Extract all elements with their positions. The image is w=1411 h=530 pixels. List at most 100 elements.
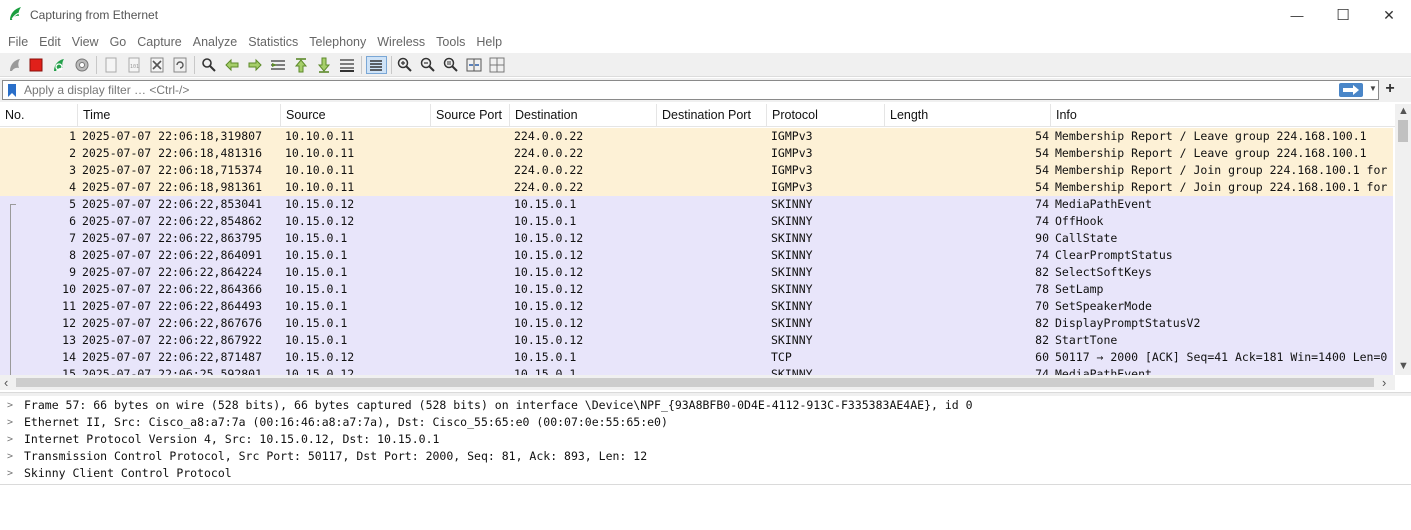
packet-row[interactable]: 5 2025-07-07 22:06:22,853041 10.15.0.12 10.…	[0, 196, 1393, 213]
colorize-icon[interactable]	[366, 56, 387, 74]
apply-filter-button[interactable]	[1339, 83, 1363, 97]
restart-capture-icon[interactable]	[50, 56, 68, 74]
column-header-destination[interactable]: Destination	[510, 104, 657, 127]
detail-row-ethernet[interactable]: > Ethernet II, Src: Cisco_a8:a7:7a (00:1…	[0, 414, 1411, 431]
filter-dropdown-button[interactable]: ▼	[1369, 84, 1379, 96]
menu-statistics[interactable]: Statistics	[243, 35, 303, 49]
display-filter-input[interactable]	[24, 82, 1324, 98]
menu-file[interactable]: File	[3, 35, 33, 49]
packet-row[interactable]: 15 2025-07-07 22:06:25,592801 10.15.0.12 10…	[0, 366, 1393, 375]
packet-row[interactable]: 2 2025-07-07 22:06:18,481316 10.10.0.11 224…	[0, 145, 1393, 162]
column-header-length[interactable]: Length	[885, 104, 1051, 127]
column-header-destination-port[interactable]: Destination Port	[657, 104, 767, 127]
close-button[interactable]: ✕	[1366, 0, 1411, 30]
cell-source-port	[435, 349, 509, 366]
capture-options-icon[interactable]	[73, 56, 91, 74]
menu-capture[interactable]: Capture	[132, 35, 186, 49]
cell-source-port	[435, 145, 509, 162]
start-capture-icon[interactable]	[6, 56, 24, 74]
detail-row-skinny[interactable]: > Skinny Client Control Protocol	[0, 465, 1411, 482]
chevron-right-icon[interactable]: >	[7, 397, 13, 414]
menu-help[interactable]: Help	[471, 35, 507, 49]
packet-row[interactable]: 14 2025-07-07 22:06:22,871487 10.15.0.12 10…	[0, 349, 1393, 366]
save-file-icon[interactable]: 101	[125, 56, 143, 74]
packet-row[interactable]: 10 2025-07-07 22:06:22,864366 10.15.0.1 10.…	[0, 281, 1393, 298]
menu-tools[interactable]: Tools	[431, 35, 470, 49]
menu-go[interactable]: Go	[105, 35, 132, 49]
menu-wireless[interactable]: Wireless	[372, 35, 430, 49]
menu-edit[interactable]: Edit	[34, 35, 66, 49]
reload-file-icon[interactable]	[171, 56, 189, 74]
scroll-up-icon[interactable]: ▲	[1398, 105, 1409, 117]
detail-row-tcp[interactable]: > Transmission Control Protocol, Src Por…	[0, 448, 1411, 465]
cell-destination-port	[661, 366, 766, 375]
detail-text: Skinny Client Control Protocol	[24, 466, 232, 480]
cell-source: 10.15.0.1	[285, 299, 348, 313]
minimize-button[interactable]: —	[1274, 0, 1320, 30]
find-packet-icon[interactable]	[200, 56, 218, 74]
menu-analyze[interactable]: Analyze	[188, 35, 242, 49]
chevron-right-icon[interactable]: >	[7, 414, 13, 431]
autoscroll-icon[interactable]	[338, 56, 356, 74]
cell-source-port	[435, 332, 509, 349]
scroll-down-icon[interactable]: ▼	[1398, 360, 1409, 372]
zoom-normal-icon[interactable]	[442, 56, 460, 74]
cell-info: ClearPromptStatus	[1055, 248, 1173, 262]
layout-icon[interactable]	[488, 56, 506, 74]
stop-capture-icon[interactable]	[27, 56, 45, 74]
packet-row[interactable]: 12 2025-07-07 22:06:22,867676 10.15.0.1 10.…	[0, 315, 1393, 332]
chevron-right-icon[interactable]: >	[7, 448, 13, 465]
detail-row-ipv4[interactable]: > Internet Protocol Version 4, Src: 10.1…	[0, 431, 1411, 448]
resize-columns-icon[interactable]	[465, 56, 483, 74]
minimize-icon: —	[1290, 7, 1304, 23]
bookmark-icon[interactable]	[7, 84, 17, 97]
detail-row-frame[interactable]: > Frame 57: 66 bytes on wire (528 bits),…	[0, 397, 1411, 414]
menu-telephony[interactable]: Telephony	[304, 35, 371, 49]
conversation-bracket-line	[10, 204, 11, 375]
packet-row[interactable]: 1 2025-07-07 22:06:18,319807 10.10.0.11 224…	[0, 128, 1393, 145]
packet-details: > Frame 57: 66 bytes on wire (528 bits),…	[0, 397, 1411, 484]
hscrollbar-thumb[interactable]	[16, 378, 1374, 387]
open-file-icon[interactable]	[102, 56, 120, 74]
packet-list-vertical-scrollbar[interactable]: ▲ ▼	[1395, 104, 1411, 375]
zoom-in-icon[interactable]	[396, 56, 414, 74]
cell-protocol: SKINNY	[771, 248, 813, 262]
go-last-packet-icon[interactable]	[315, 56, 333, 74]
packet-list-horizontal-scrollbar[interactable]: ‹ ›	[0, 375, 1395, 390]
packet-row[interactable]: 4 2025-07-07 22:06:18,981361 10.10.0.11 224…	[0, 179, 1393, 196]
packet-row[interactable]: 8 2025-07-07 22:06:22,864091 10.15.0.1 10.1…	[0, 247, 1393, 264]
chevron-right-icon[interactable]: >	[7, 431, 13, 448]
go-forward-icon[interactable]	[246, 56, 264, 74]
cell-info: MediaPathEvent	[1055, 367, 1152, 375]
cell-info: CallState	[1055, 231, 1118, 245]
scroll-right-icon[interactable]: ›	[1382, 375, 1386, 390]
column-header-protocol[interactable]: Protocol	[767, 104, 885, 127]
packet-row[interactable]: 13 2025-07-07 22:06:22,867922 10.15.0.1 10.…	[0, 332, 1393, 349]
go-first-packet-icon[interactable]	[292, 56, 310, 74]
cell-no: 6	[69, 214, 76, 228]
cell-length: 74	[1035, 248, 1049, 262]
column-header-no[interactable]: No.	[0, 104, 78, 127]
chevron-right-icon[interactable]: >	[7, 465, 13, 482]
scroll-left-icon[interactable]: ‹	[4, 375, 8, 390]
maximize-button[interactable]: ☐	[1320, 0, 1366, 30]
zoom-out-icon[interactable]	[419, 56, 437, 74]
cell-info: Membership Report / Join group 224.168.1…	[1055, 180, 1388, 194]
menu-view[interactable]: View	[67, 35, 104, 49]
column-header-info[interactable]: Info	[1051, 104, 1395, 127]
pane-splitter[interactable]	[0, 392, 1411, 396]
scrollbar-thumb[interactable]	[1398, 120, 1408, 142]
cell-no: 8	[69, 248, 76, 262]
packet-row[interactable]: 9 2025-07-07 22:06:22,864224 10.15.0.1 10.1…	[0, 264, 1393, 281]
packet-row[interactable]: 11 2025-07-07 22:06:22,864493 10.15.0.1 10.…	[0, 298, 1393, 315]
go-back-icon[interactable]	[223, 56, 241, 74]
add-filter-button[interactable]: +	[1382, 80, 1398, 98]
packet-row[interactable]: 3 2025-07-07 22:06:18,715374 10.10.0.11 224…	[0, 162, 1393, 179]
packet-row[interactable]: 6 2025-07-07 22:06:22,854862 10.15.0.12 10.…	[0, 213, 1393, 230]
close-file-icon[interactable]	[148, 56, 166, 74]
column-header-source-port[interactable]: Source Port	[431, 104, 510, 127]
column-header-time[interactable]: Time	[78, 104, 281, 127]
packet-row[interactable]: 7 2025-07-07 22:06:22,863795 10.15.0.1 10.1…	[0, 230, 1393, 247]
go-to-packet-icon[interactable]	[269, 56, 287, 74]
column-header-source[interactable]: Source	[281, 104, 431, 127]
